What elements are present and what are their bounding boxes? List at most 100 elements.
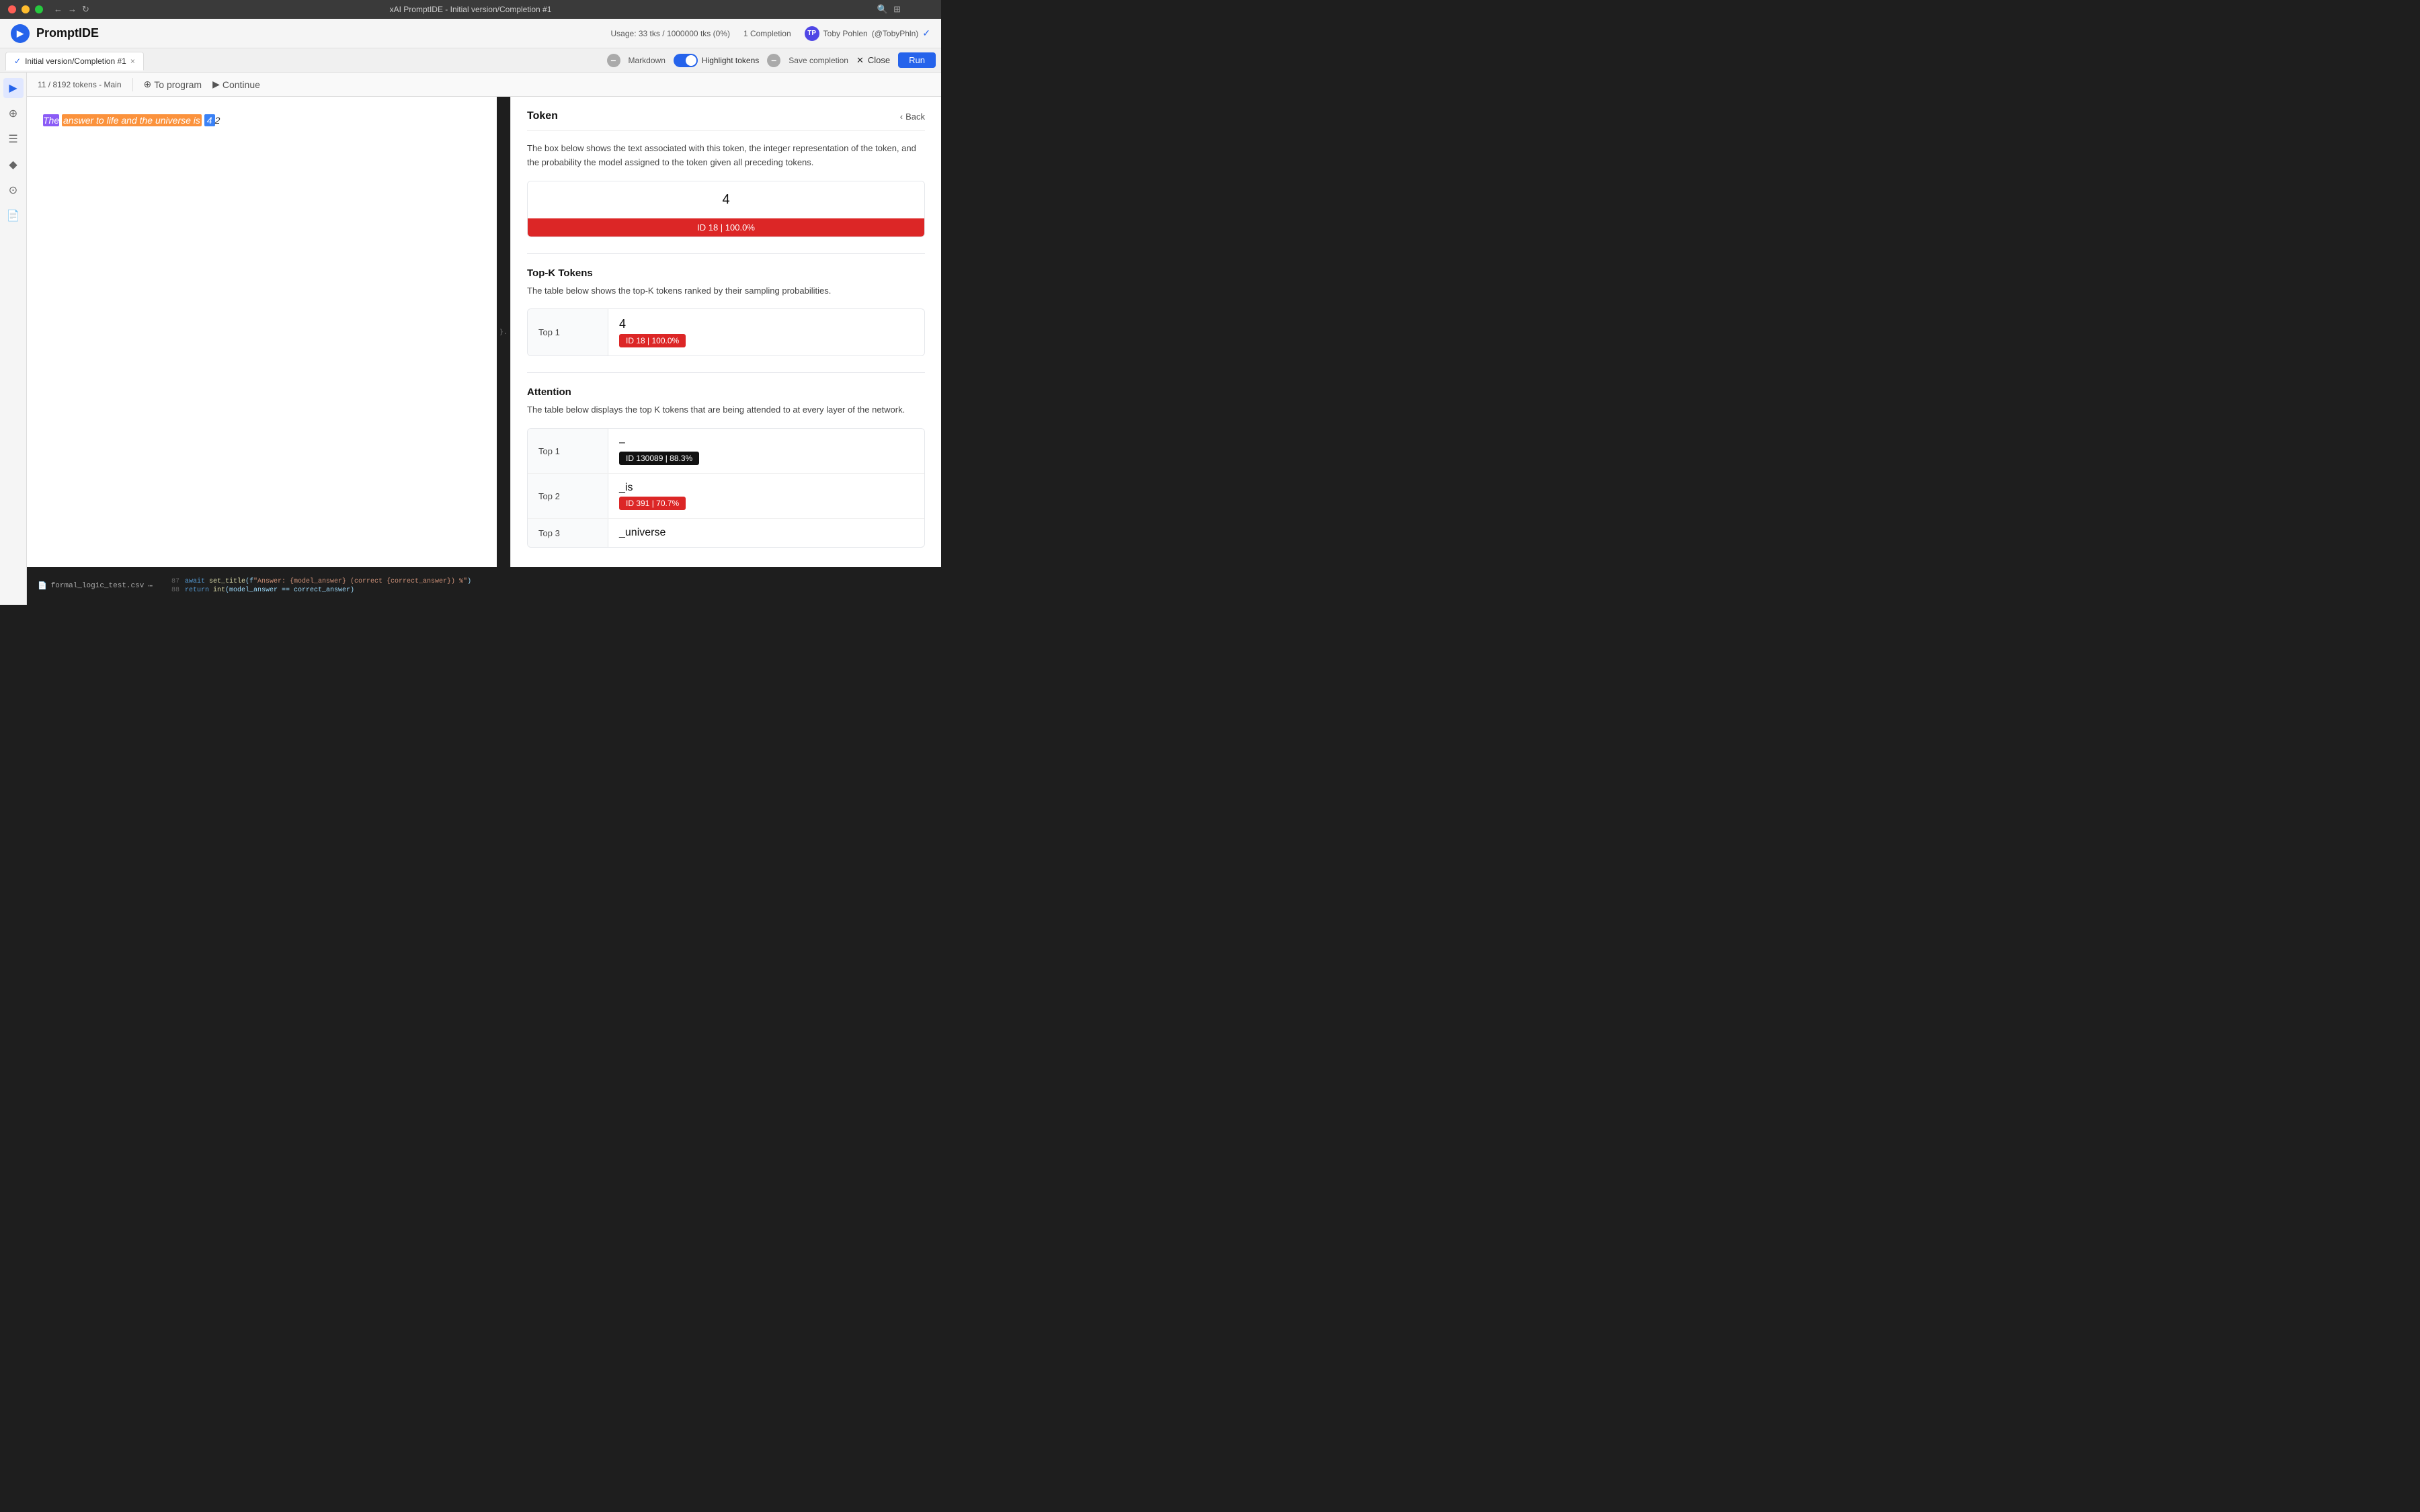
- highlight-toggle[interactable]: [674, 54, 698, 67]
- attention-value-3: _universe: [619, 527, 666, 539]
- save-completion-label: Save completion: [789, 56, 848, 65]
- to-program-button[interactable]: ⊕ To program: [144, 79, 202, 90]
- play-icon: ▶: [212, 79, 220, 90]
- token-description: The box below shows the text associated …: [527, 142, 925, 170]
- tab-initial-version[interactable]: ✓ Initial version/Completion #1 ×: [5, 52, 144, 71]
- attention-content-2: _is ID 391 | 70.7%: [608, 474, 924, 518]
- close-x-icon: ✕: [856, 55, 864, 66]
- tab-label: Initial version/Completion #1: [25, 56, 126, 66]
- code-peek: }.: [497, 97, 510, 567]
- run-button[interactable]: Run: [898, 52, 936, 68]
- titlebar-buttons: [8, 5, 43, 13]
- toolbar-divider: [132, 78, 133, 91]
- attention-row-3: Top 3 _universe: [528, 519, 924, 547]
- topk-description: The table below shows the top-K tokens r…: [527, 284, 925, 298]
- close-button[interactable]: ✕ Close: [856, 55, 890, 66]
- user-info: TP Toby Pohlen (@TobyPhln) ✓: [805, 26, 930, 41]
- search-icon[interactable]: 🔍: [877, 4, 888, 15]
- attention-row-2: Top 2 _is ID 391 | 70.7%: [528, 474, 924, 519]
- editor-pane[interactable]: The answer to life and the universe is 4…: [27, 97, 511, 567]
- tab-close-icon[interactable]: ×: [130, 56, 135, 66]
- tabbar-actions: − Markdown Highlight tokens − Save compl…: [607, 52, 936, 68]
- continue-label: Continue: [223, 79, 260, 90]
- section-divider-2: [527, 372, 925, 373]
- titlebar: ← → ↻ xAI PromptIDE - Initial version/Co…: [0, 0, 941, 19]
- topk-row-1: Top 1 4 ID 18 | 100.0%: [528, 309, 924, 355]
- sidebar-icon-play[interactable]: ▶: [3, 78, 24, 98]
- tab-check-icon: ✓: [14, 56, 21, 66]
- appbar-right: Usage: 33 tks / 1000000 tks (0%) 1 Compl…: [611, 26, 930, 41]
- to-program-label: To program: [154, 79, 202, 90]
- token-box: 4 ID 18 | 100.0%: [527, 181, 925, 237]
- code-bar: 📄 formal_logic_test.csv ⋯ 87 await set_t…: [27, 567, 941, 605]
- verified-icon: ✓: [922, 28, 930, 39]
- attention-table: Top 1 – ID 130089 | 88.3% Top 2 _is ID 3…: [527, 428, 925, 548]
- line-num-88: 88: [166, 587, 179, 594]
- close-traffic-light[interactable]: [8, 5, 16, 13]
- attention-value-2: _is: [619, 482, 633, 494]
- continue-button[interactable]: ▶ Continue: [212, 79, 260, 90]
- maximize-traffic-light[interactable]: [35, 5, 43, 13]
- plus-circle-icon: ⊕: [144, 79, 152, 90]
- token-2-text: 2: [215, 115, 220, 126]
- nav-back[interactable]: ←: [54, 4, 63, 15]
- file-icon: 📄: [38, 581, 47, 591]
- topk-table: Top 1 4 ID 18 | 100.0%: [527, 308, 925, 356]
- filename: formal_logic_test.csv: [51, 582, 145, 590]
- sidebar: ▶ ⊕ ☰ ◆ ⊙ 📄: [0, 73, 27, 605]
- sidebar-icon-menu[interactable]: ☰: [3, 129, 24, 149]
- token-id-badge: ID 18 | 100.0%: [528, 218, 924, 237]
- logo-icon: ▶: [17, 28, 24, 39]
- tabbar: ✓ Initial version/Completion #1 × − Mark…: [0, 48, 941, 73]
- sidebar-icon-add[interactable]: ⊕: [3, 103, 24, 124]
- section-divider-1: [527, 253, 925, 254]
- sidebar-icon-file[interactable]: 📄: [3, 206, 24, 226]
- attention-label-2: Top 2: [528, 474, 608, 518]
- user-handle: (@TobyPhln): [872, 29, 919, 38]
- token-answer[interactable]: answer to life and the universe is: [62, 114, 202, 126]
- titlebar-search: 🔍 ⊞: [877, 4, 901, 15]
- attention-content-3: _universe: [608, 519, 924, 547]
- minus-button-2[interactable]: −: [767, 54, 780, 67]
- toolbar: 11 / 8192 tokens - Main ⊕ To program ▶ C…: [27, 73, 941, 97]
- back-label: Back: [905, 112, 925, 122]
- sidebar-icon-shape[interactable]: ◆: [3, 155, 24, 175]
- attention-content-1: – ID 130089 | 88.3%: [608, 429, 924, 473]
- app-logo: ▶: [11, 24, 30, 43]
- topk-title: Top-K Tokens: [527, 267, 925, 279]
- highlight-toggle-container: Highlight tokens: [674, 54, 759, 67]
- titlebar-nav: ← → ↻: [54, 4, 89, 15]
- panel-header: Token ‹ Back: [527, 110, 925, 131]
- more-options-icon[interactable]: ⋯: [148, 581, 153, 591]
- user-name: Toby Pohlen: [823, 29, 868, 38]
- attention-badge-2: ID 391 | 70.7%: [619, 497, 686, 510]
- attention-description: The table below displays the top K token…: [527, 403, 925, 417]
- topk-label-1: Top 1: [528, 309, 608, 355]
- window-title: xAI PromptIDE - Initial version/Completi…: [390, 5, 552, 14]
- minimize-traffic-light[interactable]: [22, 5, 30, 13]
- line-code-88: return int(model_answer == correct_answe…: [185, 587, 354, 594]
- token-panel: Token ‹ Back The box below shows the tex…: [511, 97, 941, 567]
- app-name: PromptIDE: [36, 26, 611, 40]
- code-line-87: 87 await set_title(f"Answer: {model_answ…: [166, 578, 471, 585]
- topk-content-1: 4 ID 18 | 100.0%: [608, 309, 924, 355]
- code-line-88: 88 return int(model_answer == correct_an…: [166, 587, 471, 594]
- token-4[interactable]: 4: [204, 114, 215, 126]
- attention-label-1: Top 1: [528, 429, 608, 473]
- attention-value-1: –: [619, 437, 625, 449]
- attention-label-3: Top 3: [528, 519, 608, 547]
- token-the[interactable]: The: [43, 114, 59, 126]
- nav-forward[interactable]: →: [68, 4, 77, 15]
- sidebar-icon-circle[interactable]: ⊙: [3, 180, 24, 200]
- back-button[interactable]: ‹ Back: [900, 112, 925, 122]
- topk-badge-1: ID 18 | 100.0%: [619, 334, 686, 347]
- completions-info: 1 Completion: [743, 29, 791, 38]
- nav-refresh[interactable]: ↻: [82, 4, 89, 15]
- panel-title: Token: [527, 110, 558, 122]
- token-count: 11 / 8192 tokens - Main: [38, 80, 122, 89]
- line-num-87: 87: [166, 578, 179, 585]
- attention-badge-1: ID 130089 | 88.3%: [619, 452, 699, 465]
- window-controls-icon[interactable]: ⊞: [893, 4, 901, 15]
- minus-button[interactable]: −: [607, 54, 620, 67]
- attention-title: Attention: [527, 386, 925, 398]
